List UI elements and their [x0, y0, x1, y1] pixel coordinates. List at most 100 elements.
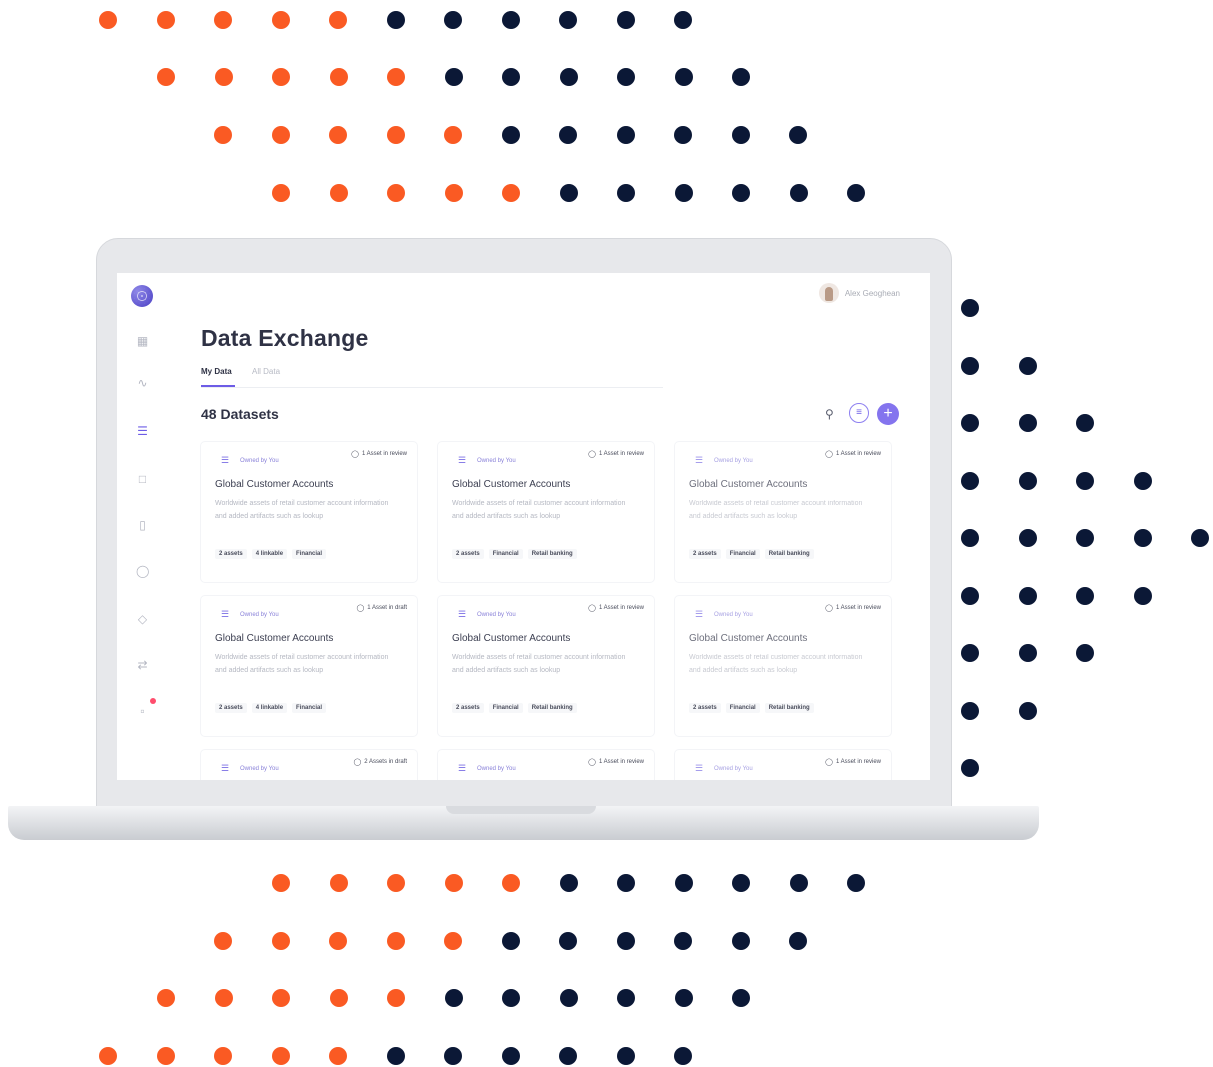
- tag[interactable]: Financial: [725, 549, 760, 559]
- dataset-card[interactable]: ☰ Owned by You ◯ 1 Asset in review Global Cu…: [675, 596, 891, 736]
- dataset-card[interactable]: ☰ Owned by You ◯ 1 Asset in review Global Cu…: [201, 442, 417, 582]
- dataset-card[interactable]: ☰ Owned by You ◯ 1 Asset in review Global Cu…: [438, 442, 654, 582]
- tag[interactable]: Financial: [292, 549, 327, 559]
- tag[interactable]: Financial: [488, 703, 523, 713]
- layers-icon: ☰: [695, 609, 704, 619]
- decorative-dot: [444, 989, 463, 1007]
- decorative-dot: [731, 932, 750, 950]
- tag[interactable]: 2 assets: [452, 549, 484, 559]
- tag[interactable]: 2 assets: [689, 703, 721, 713]
- dataset-card[interactable]: ☰ Owned by You ◯ 1 Asset in review: [675, 750, 891, 780]
- user-name: Alex Geoghean: [844, 288, 900, 298]
- tag[interactable]: 4 linkable: [251, 549, 288, 559]
- tag[interactable]: Retail banking: [527, 703, 577, 713]
- decorative-dot: [214, 989, 233, 1007]
- dataset-card[interactable]: ☰ Owned by You ◯ 1 Asset in review Global Cu…: [675, 442, 891, 582]
- decorative-dot: [271, 1047, 290, 1065]
- tag[interactable]: 4 linkable: [251, 703, 288, 713]
- tag[interactable]: 2 assets: [215, 703, 247, 713]
- tag[interactable]: Financial: [292, 703, 327, 713]
- dataset-card[interactable]: ☰ Owned by You ◯ 1 Asset in review Global Cu…: [438, 596, 654, 736]
- card-description: Worldwide assets of retail customer acco…: [215, 654, 389, 674]
- chat-icon[interactable]: ▫: [136, 705, 149, 718]
- transfer-icon[interactable]: ⇄: [136, 659, 149, 672]
- decorative-dot: [674, 126, 692, 144]
- decorative-dot: [961, 299, 979, 317]
- decorative-dot: [1018, 644, 1037, 662]
- decorative-dot: [1018, 529, 1037, 547]
- decorative-dot: [616, 126, 635, 144]
- tag[interactable]: Retail banking: [527, 549, 577, 559]
- decorative-dot: [329, 184, 348, 202]
- avatar[interactable]: [818, 283, 839, 303]
- decorative-dot: [847, 184, 865, 202]
- tag[interactable]: 2 assets: [689, 549, 721, 559]
- folder-icon[interactable]: □: [136, 473, 149, 486]
- decorative-dot: [272, 68, 290, 86]
- decorative-dot: [444, 932, 462, 950]
- tag-icon[interactable]: ◇: [136, 613, 149, 626]
- user-menu[interactable]: Alex Geoghean: [818, 283, 900, 303]
- decorative-dot: [559, 989, 578, 1007]
- decorative-dot: [674, 1047, 692, 1065]
- tag[interactable]: Financial: [488, 549, 523, 559]
- tag[interactable]: 2 assets: [452, 703, 484, 713]
- card-title[interactable]: Global Customer Accounts: [215, 633, 333, 644]
- dataset-card[interactable]: ☰ Owned by You ◯ 1 Asset in review: [438, 750, 654, 780]
- card-title[interactable]: Global Customer Accounts: [452, 479, 570, 490]
- card-owner: ☰ Owned by You: [695, 610, 753, 619]
- decorative-dot: [617, 989, 635, 1007]
- activity-icon[interactable]: ∿: [136, 377, 149, 390]
- layers-icon: ☰: [221, 609, 230, 619]
- add-button[interactable]: +: [877, 403, 899, 425]
- decorative-dot: [386, 126, 405, 144]
- shield-icon[interactable]: ◯: [136, 565, 149, 578]
- decorative-dot: [789, 874, 808, 892]
- layers-icon: ☰: [695, 455, 704, 465]
- decorative-dot: [961, 701, 979, 720]
- decorative-dot: [99, 1047, 117, 1065]
- clipboard-icon[interactable]: ▯: [136, 519, 149, 532]
- decorative-dot: [961, 529, 979, 547]
- decorative-dot: [387, 874, 405, 892]
- decorative-dot: [961, 586, 979, 605]
- tag[interactable]: Financial: [725, 703, 760, 713]
- tag[interactable]: Retail banking: [764, 549, 814, 559]
- decorative-dot: [674, 932, 692, 950]
- tab-all-data[interactable]: All Data: [252, 367, 280, 376]
- tab-my-data[interactable]: My Data: [201, 367, 232, 376]
- decorative-dot: [559, 11, 577, 29]
- card-owner: ☰ Owned by You: [695, 456, 753, 465]
- tag[interactable]: Retail banking: [764, 703, 814, 713]
- layers-icon: ☰: [458, 609, 467, 619]
- layers-icon: ☰: [458, 763, 467, 773]
- cube-icon: ◯: [825, 759, 833, 766]
- decorative-dot: [616, 11, 635, 29]
- decorative-dot: [387, 184, 405, 202]
- decorative-dot: [616, 932, 635, 950]
- card-status: ◯ 1 Asset in draft: [356, 604, 407, 612]
- card-title[interactable]: Global Customer Accounts: [689, 633, 807, 644]
- status-label: 1 Asset in review: [835, 451, 881, 457]
- card-title[interactable]: Global Customer Accounts: [215, 479, 333, 490]
- decorative-dot: [961, 414, 979, 432]
- search-icon[interactable]: ⚲: [825, 407, 834, 421]
- owner-label: Owned by You: [240, 611, 279, 618]
- dataset-card[interactable]: ☰ Owned by You ◯ 2 Assets in draft: [201, 750, 417, 780]
- decorative-dot: [214, 68, 233, 86]
- sidebar: ▦ ∿ ☰ □ ▯ ◯ ◇ ⇄ ▫: [117, 273, 169, 780]
- decorative-dot: [444, 126, 462, 144]
- card-title[interactable]: Global Customer Accounts: [689, 479, 807, 490]
- database-icon[interactable]: ☰: [136, 425, 149, 438]
- decorative-dot: [674, 184, 693, 202]
- card-title[interactable]: Global Customer Accounts: [452, 633, 570, 644]
- app-logo[interactable]: [131, 285, 153, 307]
- decorative-dot: [156, 11, 175, 29]
- grid-icon[interactable]: ▦: [136, 335, 149, 348]
- card-owner: ☰ Owned by You: [221, 764, 279, 773]
- dataset-card[interactable]: ☰ Owned by You ◯ 1 Asset in draft Global Cus…: [201, 596, 417, 736]
- cube-icon: ◯: [588, 451, 596, 458]
- layers-icon: ☰: [221, 763, 230, 773]
- tag[interactable]: 2 assets: [215, 549, 247, 559]
- filter-icon[interactable]: ≡: [849, 403, 869, 423]
